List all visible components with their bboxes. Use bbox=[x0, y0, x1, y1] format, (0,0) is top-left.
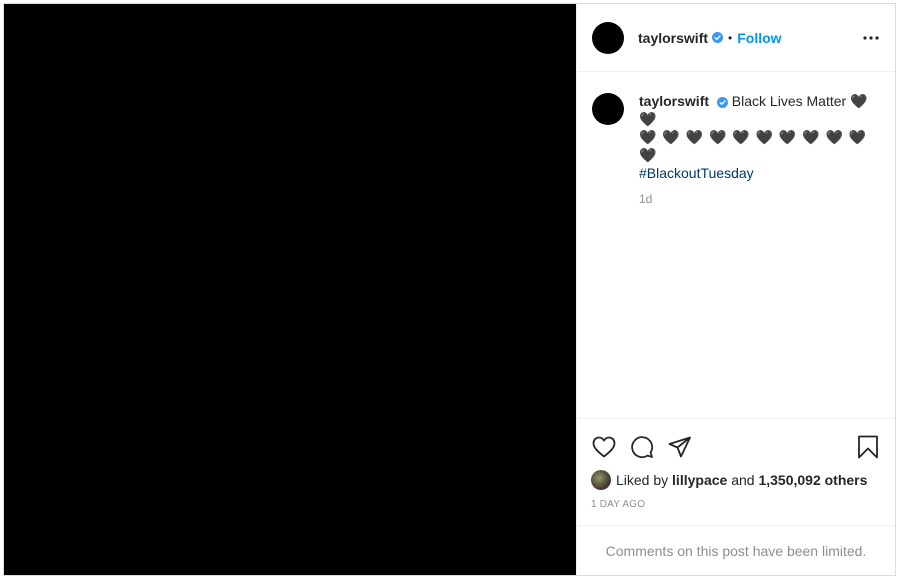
separator-dot: • bbox=[728, 30, 733, 45]
caption: taylorswift Black Lives Matter 🖤 🖤 🖤 🖤 🖤… bbox=[592, 92, 881, 208]
post-image[interactable] bbox=[4, 4, 576, 575]
likes-others-link[interactable]: 1,350,092 others bbox=[758, 472, 867, 488]
verified-badge-icon bbox=[716, 96, 728, 108]
liker-username[interactable]: lillypace bbox=[672, 472, 727, 488]
liker-avatar[interactable] bbox=[591, 470, 611, 490]
share-icon[interactable] bbox=[667, 434, 693, 460]
verified-badge-icon bbox=[712, 32, 724, 43]
post-timestamp[interactable]: 1 DAY AGO bbox=[591, 499, 881, 513]
comment-icon[interactable] bbox=[629, 434, 655, 460]
more-options-icon[interactable] bbox=[861, 28, 881, 48]
header-username[interactable]: taylorswift bbox=[638, 30, 708, 46]
comments-area: taylorswift Black Lives Matter 🖤 🖤 🖤 🖤 🖤… bbox=[577, 72, 895, 418]
post-container: taylorswift • Follow taylorswift Black L… bbox=[3, 3, 896, 576]
action-icons bbox=[591, 429, 881, 465]
bookmark-icon[interactable] bbox=[855, 434, 881, 460]
profile-avatar[interactable] bbox=[592, 21, 624, 54]
follow-button[interactable]: Follow bbox=[737, 30, 781, 46]
likes-summary: Liked by lillypace and 1,350,092 others bbox=[591, 469, 881, 491]
post-actions: Liked by lillypace and 1,350,092 others … bbox=[577, 418, 895, 513]
likes-conjunction: and bbox=[731, 472, 755, 488]
comments-limited-notice: Comments on this post have been limited. bbox=[577, 525, 895, 575]
caption-avatar[interactable] bbox=[592, 93, 624, 125]
caption-body: taylorswift Black Lives Matter 🖤 🖤 🖤 🖤 🖤… bbox=[639, 92, 877, 208]
heart-icon[interactable] bbox=[591, 434, 617, 460]
likes-prefix: Liked by bbox=[616, 472, 669, 488]
caption-text: Black Lives Matter bbox=[731, 93, 847, 109]
caption-username[interactable]: taylorswift bbox=[639, 93, 709, 109]
caption-age[interactable]: 1d bbox=[639, 190, 877, 208]
caption-hearts-line2: 🖤 🖤 🖤 🖤 🖤 🖤 🖤 🖤 🖤 🖤 🖤 bbox=[639, 129, 868, 163]
post-header: taylorswift • Follow bbox=[577, 4, 895, 72]
post-sidebar: taylorswift • Follow taylorswift Black L… bbox=[576, 4, 895, 575]
hashtag-link[interactable]: #BlackoutTuesday bbox=[639, 164, 877, 182]
